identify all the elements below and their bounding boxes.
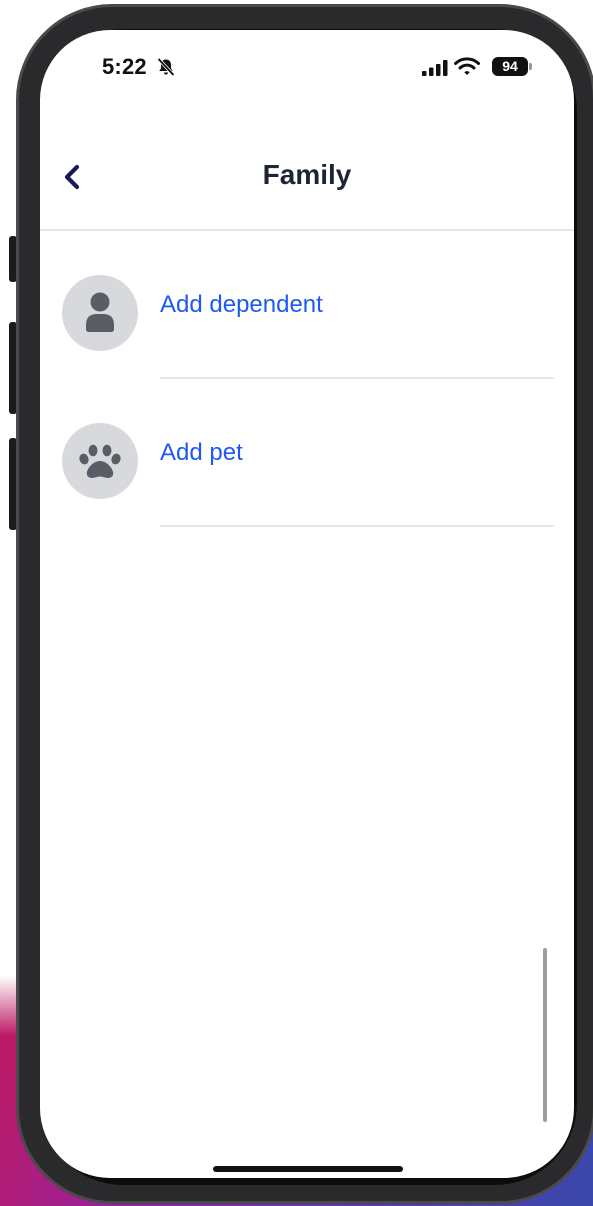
app-screen: 5:22 94 Family Add dependent Add pet bbox=[40, 30, 574, 1178]
home-indicator[interactable] bbox=[213, 1166, 403, 1172]
page-title: Family bbox=[262, 159, 352, 190]
pet-avatar bbox=[62, 423, 138, 499]
device-frame-scene: 5:22 94 Family Add dependent Add pet bbox=[0, 0, 593, 1206]
scrollbar[interactable] bbox=[543, 948, 547, 1122]
cellular-signal-icon bbox=[422, 60, 448, 76]
person-icon bbox=[86, 292, 114, 332]
dependent-avatar bbox=[62, 275, 138, 351]
bell-slash-icon bbox=[157, 57, 175, 77]
status-time: 5:22 bbox=[102, 54, 147, 79]
list-divider bbox=[160, 525, 554, 527]
battery-indicator: 94 bbox=[492, 57, 528, 76]
battery-cap bbox=[529, 63, 532, 70]
add-dependent-row[interactable]: Add dependent bbox=[40, 230, 574, 379]
add-pet-row[interactable]: Add pet bbox=[40, 378, 574, 527]
paw-icon bbox=[79, 444, 121, 478]
add-dependent-label: Add dependent bbox=[160, 291, 323, 318]
wifi-icon bbox=[454, 57, 480, 75]
add-pet-label: Add pet bbox=[160, 439, 243, 466]
